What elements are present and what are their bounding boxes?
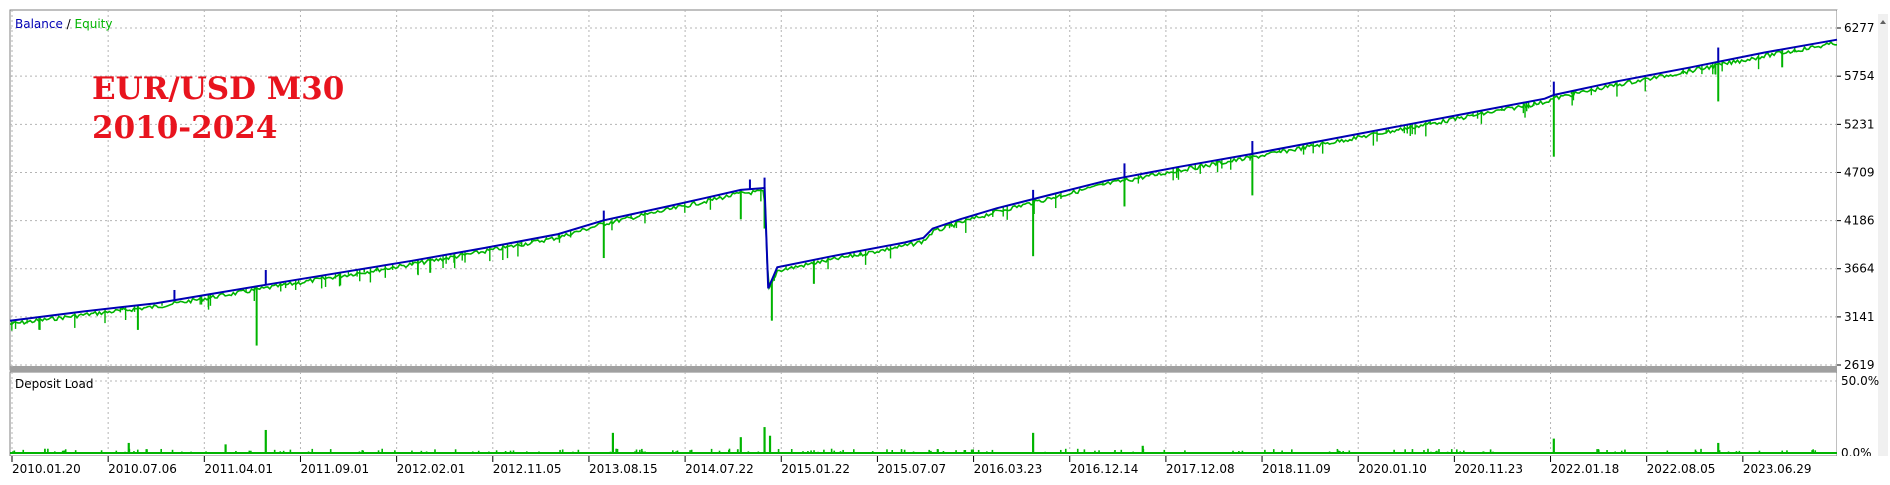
x-axis-ticks: 2010.01.20 2010.07.06 2011.04.01 2011.09.01… <box>0 456 1890 481</box>
x-tick-label: 2013.08.15 <box>589 462 658 476</box>
legend-balance: Balance <box>15 17 63 31</box>
x-tick-label: 2022.01.18 <box>1551 462 1620 476</box>
x-tick-label: 2020.01.10 <box>1358 462 1427 476</box>
main-plot-frame <box>9 9 1838 371</box>
legend-equity: Equity <box>75 17 113 31</box>
chart-svg: 62775754523147094186366431412619 50.0%0.… <box>0 9 1890 481</box>
x-tick-label: 2015.01.22 <box>781 462 850 476</box>
x-tick-label: 2020.11.23 <box>1454 462 1523 476</box>
x-tick-label: 2011.04.01 <box>204 462 273 476</box>
x-tick-label: 2012.11.05 <box>493 462 562 476</box>
legend-separator: / <box>63 17 75 31</box>
y-tick-label: 4186 <box>1844 214 1875 228</box>
deposit-load-tick-label: 50.0% <box>1841 374 1879 388</box>
y-tick-label: 3141 <box>1844 310 1875 324</box>
strategy-tester-graph: 6277 5754 5231 4709 4186 3664 3141 2619 50.0% 0.… <box>0 0 1890 481</box>
x-tick-label: 2023.06.29 <box>1743 462 1812 476</box>
overlay-title-line-1: EUR/USD M30 <box>92 71 344 107</box>
y-tick-label: 5231 <box>1844 117 1875 131</box>
y-tick-label: 2619 <box>1844 358 1875 372</box>
x-tick-label: 2015.07.07 <box>877 462 946 476</box>
y-tick-label: 4709 <box>1844 165 1875 179</box>
overlay-title-line-2: 2010-2024 <box>92 110 277 146</box>
y-tick-label: 3664 <box>1844 262 1875 276</box>
x-tick-label: 2022.08.05 <box>1647 462 1716 476</box>
y-tick-label: 6277 <box>1844 21 1875 35</box>
x-tick-label: 2012.02.01 <box>397 462 466 476</box>
y-tick-label: 5754 <box>1844 69 1875 83</box>
deposit-load-title: Deposit Load <box>15 377 93 391</box>
x-tick-label: 2014.07.22 <box>685 462 754 476</box>
x-tick-label: 2017.12.08 <box>1166 462 1235 476</box>
x-tick-label: 2016.03.23 <box>974 462 1043 476</box>
vertical-scrollbar[interactable] <box>1878 14 1888 456</box>
deposit-load-frame <box>9 371 1838 457</box>
legend: Balance / Equity <box>15 17 112 31</box>
x-tick-label: 2016.12.14 <box>1070 462 1139 476</box>
x-tick-label: 2018.11.09 <box>1262 462 1331 476</box>
pane-separator[interactable] <box>10 366 1837 372</box>
x-tick-label: 2010.01.20 <box>12 462 81 476</box>
x-tick-label: 2010.07.06 <box>108 462 177 476</box>
x-tick-label: 2011.09.01 <box>300 462 369 476</box>
